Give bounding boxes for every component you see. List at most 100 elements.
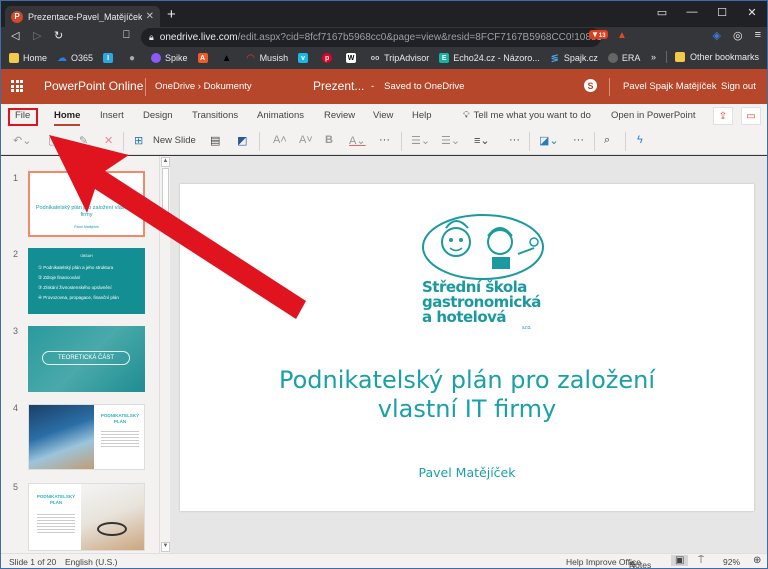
bookmark-vimeo[interactable]: v [298,53,312,63]
more-icon[interactable]: ··· [573,134,584,146]
tab-insert[interactable]: Insert [100,110,124,121]
bookmark-spike[interactable]: Spike [151,53,188,63]
bookmark-icon[interactable]: ⎕ [123,29,130,42]
app-name[interactable]: PowerPoint Online [44,79,143,93]
cast-icon[interactable]: ▭ [647,6,677,19]
minimize-button[interactable]: — [677,6,707,18]
brave-rewards-icon[interactable]: ▲ [617,30,627,41]
layout-icon[interactable]: ▤ [210,134,220,147]
fit-to-window-icon[interactable]: ⊕ [753,555,761,566]
url-host: onedrive.live.com [159,32,238,43]
close-window-button[interactable]: ✕ [737,6,767,19]
reload-button[interactable]: ↻ [54,29,63,42]
slide-number: 1 [13,173,19,183]
bookmark-wikipedia[interactable]: W [346,53,360,63]
comment-icon[interactable]: ▭ [741,107,761,125]
bookmark-o365[interactable]: ☁ O365 [57,53,93,64]
bookmark-era[interactable]: ERA [607,53,640,63]
thumbnail-photo [29,405,94,469]
slide-canvas[interactable]: Střední škola gastronomická a hotelová s… [180,184,754,511]
tab-animations[interactable]: Animations [257,110,304,121]
more-bookmarks-button[interactable]: » [651,52,656,62]
browser-tab[interactable]: P Prezentace-Pavel_Matějíček_v2.ppt ✕ [5,6,160,27]
bookmark-orange[interactable]: A [197,53,212,63]
vpn-icon[interactable]: ◈ [713,29,721,42]
format-painter-icon[interactable]: ✎ [79,134,88,147]
bookmark-apple[interactable]: ● [127,53,141,64]
delete-icon[interactable]: ✕ [104,134,113,147]
sign-out-link[interactable]: Sign out [721,81,756,92]
headphones-icon: ◠ [246,52,255,64]
user-name[interactable]: Pavel Spajk Matějíček [623,81,716,92]
undo-icon[interactable]: ↶⌄ [13,134,31,147]
brave-shield-icon[interactable]: ▼13 [589,30,608,39]
slide-subtitle[interactable]: Pavel Matějíček [180,465,754,480]
profile-icon[interactable]: ◎ [733,29,743,42]
zoom-level[interactable]: 92% [723,557,740,567]
bookmark-triangle[interactable]: ▲ [222,53,236,64]
bookmark-home[interactable]: Home [9,53,47,63]
tell-me-search[interactable]: 💡︎ Tell me what you want to do [463,110,591,121]
divider [145,78,146,96]
scroll-up-icon[interactable]: ▲ [161,157,170,167]
scrollbar-thumb[interactable] [162,168,169,228]
close-tab-icon[interactable]: ✕ [146,11,154,22]
grow-font-icon[interactable]: A˄ [273,134,287,146]
bookmark-pinterest[interactable]: p [322,53,336,63]
share-icon[interactable]: ⇪ [713,107,733,125]
new-tab-button[interactable]: + [167,6,176,24]
tab-design[interactable]: Design [143,110,173,121]
numbering-icon[interactable]: ☰⌄ [441,134,460,147]
app-launcher-icon[interactable] [11,80,23,92]
tab-home[interactable]: Home [54,110,81,126]
maximize-button[interactable]: ☐ [707,6,737,19]
new-slide-icon[interactable]: ⊞ [134,134,143,147]
ribbon-tabs: File Home Insert Design Transitions Anim… [1,104,767,128]
bookmark-echo24[interactable]: E Echo24.cz - Názoro... [439,53,540,63]
tab-transitions[interactable]: Transitions [192,110,238,121]
document-title[interactable]: Prezent... [313,79,364,93]
slide-title[interactable]: Podnikatelský plán pro založení vlastní … [180,366,754,424]
slide-thumbnail-2[interactable]: OBSAH ① Podnikatelský plán a jeho strukt… [28,248,145,314]
more-icon[interactable]: ··· [379,134,390,146]
bookmark-spajk[interactable]: ≶ Spajk.cz [550,53,598,64]
tab-review[interactable]: Review [324,110,355,121]
designer-icon[interactable]: ϟ [637,134,643,146]
thumbnails-scrollbar[interactable]: ▲ ▼ [159,156,170,553]
font-color-icon[interactable]: A⌄ [349,134,366,147]
new-slide-button[interactable]: New Slide [153,135,196,146]
more-icon[interactable]: ··· [509,134,520,146]
align-icon[interactable]: ≡⌄ [474,134,490,147]
back-button[interactable]: ◁ [11,29,19,42]
skype-icon[interactable]: S [584,79,597,92]
bookmark-blue[interactable]: I [103,53,117,63]
shrink-font-icon[interactable]: A˅ [299,134,313,146]
bookmark-tripadvisor[interactable]: oo TripAdvisor [370,53,429,63]
slide-position: Slide 1 of 20 [9,557,57,567]
bullets-icon[interactable]: ☰⌄ [411,134,430,147]
breadcrumb[interactable]: OneDrive › Dokumenty [155,81,252,92]
slideshow-icon[interactable]: ⍑ [698,555,704,566]
tab-help[interactable]: Help [412,110,432,121]
bookmark-app-icon: I [103,53,114,63]
paste-icon[interactable]: ▢ [48,134,58,147]
bold-icon[interactable]: B [325,134,333,146]
slide-thumbnail-4[interactable]: PODNIKATELSKÝ PLÁN [28,404,145,470]
menu-icon[interactable]: ≡ [755,29,761,42]
owl-icon: oo [370,54,380,62]
language-status[interactable]: English (U.S.) [65,557,117,567]
tab-view[interactable]: View [373,110,393,121]
search-icon[interactable]: ⌕ [604,134,610,147]
bookmark-musish[interactable]: ◠ Musish [246,52,288,64]
background-icon[interactable]: ◩ [237,134,247,147]
other-bookmarks[interactable]: Other bookmarks [690,52,759,62]
scroll-down-icon[interactable]: ▼ [161,542,170,552]
slide-thumbnail-3[interactable]: TEORETICKÁ ČÁST [28,326,145,392]
address-bar[interactable]: 🔒︎ onedrive.live.com /edit.aspx?cid=8fcf… [141,28,601,47]
slide-thumbnail-5[interactable]: PODNIKATELSKÝ PLÁN [28,483,145,551]
open-in-powerpoint[interactable]: Open in PowerPoint [611,110,696,121]
forward-button[interactable]: ▷ [33,29,41,42]
slide-thumbnail-1[interactable]: Podnikatelský plán pro založení vlastní … [28,171,145,237]
shapes-icon[interactable]: ◪⌄ [539,134,559,147]
normal-view-icon[interactable]: ▣ [671,555,689,566]
